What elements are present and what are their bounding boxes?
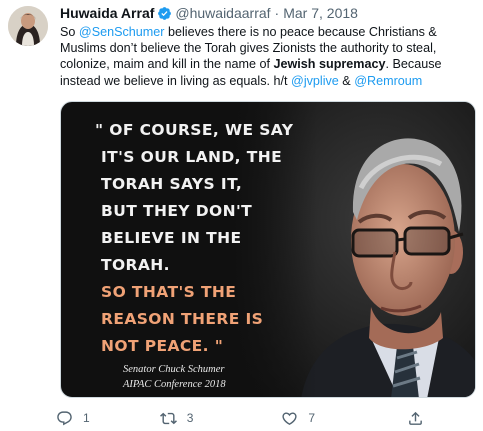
tweet-body: Huwaida Arraf @huwaidaarraf · Mar 7, 201… (60, 4, 476, 89)
display-name[interactable]: Huwaida Arraf (60, 5, 154, 21)
like-count: 7 (308, 411, 316, 425)
attribution-name: Senator Chuck Schumer (123, 364, 225, 375)
like-icon (282, 411, 297, 425)
tweet-text-part: & (338, 73, 355, 88)
mention-remroum[interactable]: @Remroum (354, 74, 422, 88)
quote-line: " OF COURSE, WE SAY (95, 121, 294, 139)
share-button[interactable] (407, 410, 424, 427)
tweet-image[interactable]: " OF COURSE, WE SAY IT'S OUR LAND, THE T… (60, 101, 476, 398)
reply-button[interactable]: 1 (56, 410, 90, 427)
retweet-icon (159, 412, 177, 424)
quote-line-accent: REASON THERE IS (101, 310, 264, 328)
quote-panel: " OF COURSE, WE SAY IT'S OUR LAND, THE T… (61, 102, 293, 397)
verified-badge-icon (157, 6, 172, 21)
avatar[interactable] (8, 6, 48, 46)
portrait-image (231, 102, 475, 397)
tweet-text-bold: Jewish supremacy (273, 57, 386, 72)
quote-line: BELIEVE IN THE (101, 229, 242, 247)
share-icon (409, 411, 422, 425)
separator: · (274, 5, 280, 21)
reply-count: 1 (83, 411, 90, 425)
tweet-header: Huwaida Arraf @huwaidaarraf · Mar 7, 201… (60, 4, 476, 22)
attribution-event: AIPAC Conference 2018 (123, 379, 226, 390)
like-button[interactable]: 7 (281, 410, 315, 427)
tweet-text: So @SenSchumer believes there is no peac… (60, 24, 472, 89)
reply-icon (57, 410, 72, 425)
mention-jvplive[interactable]: @jvplive (291, 74, 339, 88)
handle[interactable]: @huwaidaarraf (175, 5, 270, 21)
quote-line: IT'S OUR LAND, THE (101, 148, 283, 166)
quote-line: TORAH. (101, 256, 170, 274)
retweet-count: 3 (186, 411, 194, 425)
quote-line-accent: NOT PEACE. " (101, 337, 224, 355)
mention-senschumer[interactable]: @SenSchumer (79, 25, 165, 39)
tweet-text-part: So (60, 25, 79, 39)
quote-line: TORAH SAYS IT, (101, 175, 243, 193)
action-bar: 1 3 7 (56, 408, 476, 428)
quote-line-accent: SO THAT'S THE (101, 283, 237, 301)
quote-line: BUT THEY DON'T (101, 202, 253, 220)
retweet-button[interactable]: 3 (159, 410, 194, 427)
tweet: Huwaida Arraf @huwaidaarraf · Mar 7, 201… (0, 0, 483, 431)
timestamp[interactable]: Mar 7, 2018 (283, 5, 358, 21)
